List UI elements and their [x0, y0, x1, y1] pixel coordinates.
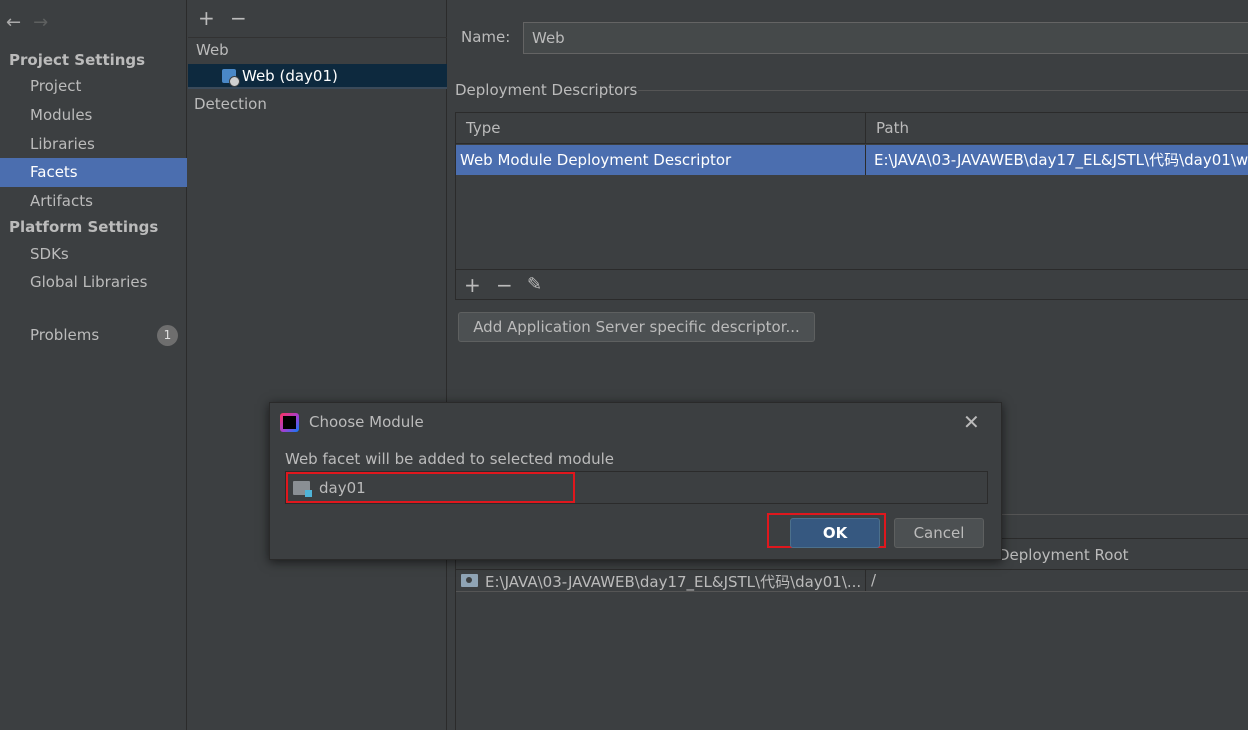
back-arrow-icon[interactable]: ←	[6, 12, 21, 33]
column-header-type[interactable]: Type	[456, 113, 866, 144]
nav-item-sdks[interactable]: SDKs	[0, 240, 187, 269]
nav-item-modules[interactable]: Modules	[0, 101, 187, 130]
tree-toolbar: + −	[188, 0, 447, 38]
remove-descriptor-icon[interactable]: −	[496, 275, 513, 295]
remove-facet-icon[interactable]: −	[230, 8, 247, 28]
section-divider	[638, 90, 1248, 91]
choose-module-dialog: Choose Module ✕ Web facet will be added …	[269, 402, 1002, 560]
nav-item-facets[interactable]: Facets	[0, 158, 187, 187]
tree-node-web-day01[interactable]: Web (day01)	[188, 64, 447, 89]
tree-node-web[interactable]: Web	[196, 41, 229, 59]
web-resource-roots-table: Deployment Root E:\JAVA\03-JAVAWEB\day17…	[455, 538, 1248, 730]
nav-item-project[interactable]: Project	[0, 72, 187, 101]
add-descriptor-icon[interactable]: +	[464, 275, 481, 295]
name-label: Name:	[461, 28, 511, 46]
problems-count-badge: 1	[157, 325, 178, 346]
table-row[interactable]: E:\JAVA\03-JAVAWEB\day17_EL&JSTL\代码\day0…	[456, 570, 1248, 592]
tree-node-label: Web (day01)	[242, 67, 338, 85]
column-header-path[interactable]: Path	[866, 113, 1248, 144]
dialog-message: Web facet will be added to selected modu…	[285, 450, 615, 468]
intellij-logo-icon	[280, 413, 299, 432]
name-input[interactable]: Web	[523, 22, 1248, 54]
nav-arrows: ← →	[6, 12, 48, 33]
module-list: day01	[285, 471, 988, 504]
close-icon[interactable]: ✕	[963, 410, 980, 434]
platform-settings-heading: Platform Settings	[9, 218, 159, 236]
nav-item-artifacts[interactable]: Artifacts	[0, 187, 187, 216]
section-divider	[1002, 514, 1248, 515]
web-folder-icon	[461, 574, 478, 587]
add-server-descriptor-button[interactable]: Add Application Server specific descript…	[458, 312, 815, 342]
module-folder-icon	[293, 481, 312, 497]
add-facet-icon[interactable]: +	[198, 8, 215, 28]
module-label: day01	[319, 479, 366, 497]
dialog-title: Choose Module	[309, 413, 424, 431]
nav-item-libraries[interactable]: Libraries	[0, 130, 187, 159]
problems-label: Problems	[30, 326, 100, 344]
nav-item-global-libraries[interactable]: Global Libraries	[0, 268, 187, 297]
descriptor-toolbar: + − ✎	[456, 269, 1248, 300]
descriptor-path-cell: E:\JAVA\03-JAVAWEB\day17_EL&JSTL\代码\day0…	[874, 151, 1248, 169]
project-settings-heading: Project Settings	[9, 51, 146, 69]
facets-tree-panel: + − Web Web (day01) Detection	[188, 0, 447, 730]
facet-details-panel: Name: Web Deployment Descriptors Type Pa…	[448, 0, 1248, 730]
ok-button[interactable]: OK	[790, 518, 880, 548]
deployment-descriptors-table: Type Path Web Module Deployment Descript…	[455, 112, 1248, 300]
edit-descriptor-icon[interactable]: ✎	[527, 275, 542, 295]
table-row[interactable]: Web Module Deployment Descriptor E:\JAVA…	[456, 145, 1248, 175]
column-header-deployment-root[interactable]: Deployment Root	[998, 546, 1129, 564]
settings-nav: ← → Project Settings Project Modules Libr…	[0, 0, 187, 730]
web-facet-icon	[222, 69, 240, 87]
deployment-root-cell: /	[871, 571, 877, 589]
module-item-day01[interactable]: day01	[286, 472, 575, 503]
web-resource-directory-cell: E:\JAVA\03-JAVAWEB\day17_EL&JSTL\代码\day0…	[485, 573, 862, 591]
forward-arrow-icon[interactable]: →	[33, 12, 48, 33]
descriptor-type-cell: Web Module Deployment Descriptor	[460, 151, 732, 169]
deployment-descriptors-title: Deployment Descriptors	[455, 81, 638, 99]
tree-node-detection[interactable]: Detection	[194, 95, 267, 113]
cancel-button[interactable]: Cancel	[894, 518, 984, 548]
